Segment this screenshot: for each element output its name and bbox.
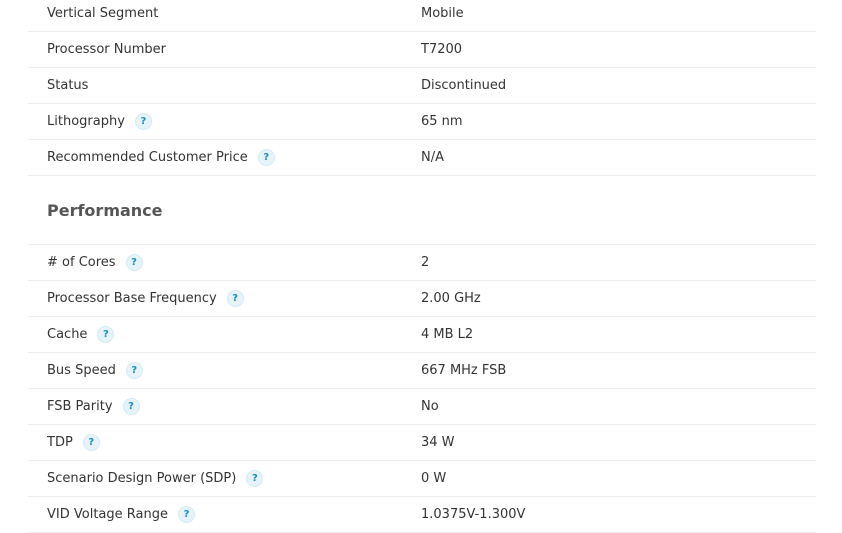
spec-label: Processor Number xyxy=(47,42,166,57)
spec-label: VID Voltage Range xyxy=(47,507,168,522)
spec-label-cell: Recommended Customer Price? xyxy=(28,149,421,166)
help-icon[interactable]: ? xyxy=(122,398,140,415)
spec-label: Bus Speed xyxy=(47,363,116,378)
help-icon[interactable]: ? xyxy=(97,326,115,343)
spec-value: 0 W xyxy=(421,471,447,486)
spec-label-cell: Lithography? xyxy=(28,113,421,130)
spec-value: 65 nm xyxy=(421,114,463,129)
spec-row: Lithography? 65 nm xyxy=(28,104,816,140)
spec-label-cell: FSB Parity? xyxy=(28,398,421,415)
spec-value: Discontinued xyxy=(421,78,507,93)
help-icon[interactable]: ? xyxy=(82,434,100,451)
help-icon[interactable]: ? xyxy=(125,254,143,271)
spec-label-cell: Processor Number xyxy=(28,42,421,57)
spec-value: 4 MB L2 xyxy=(421,327,474,342)
spec-row: TDP? 34 W xyxy=(28,425,816,461)
spec-label-cell: Processor Base Frequency? xyxy=(28,290,421,307)
spec-value: 1.0375V-1.300V xyxy=(421,507,526,522)
spec-row: FSB Parity? No xyxy=(28,389,816,425)
spec-value: 667 MHz FSB xyxy=(421,363,507,378)
section-title: Performance xyxy=(28,176,816,245)
spec-label: Lithography xyxy=(47,114,125,129)
spec-row: Scenario Design Power (SDP)? 0 W xyxy=(28,461,816,497)
help-icon[interactable]: ? xyxy=(226,290,244,307)
spec-label: FSB Parity xyxy=(47,399,113,414)
spec-value: 2.00 GHz xyxy=(421,291,481,306)
help-icon[interactable]: ? xyxy=(134,113,152,130)
spec-row: VID Voltage Range? 1.0375V-1.300V xyxy=(28,497,816,533)
spec-row: Vertical Segment Mobile xyxy=(28,0,816,32)
spec-label: Processor Base Frequency xyxy=(47,291,217,306)
spec-row: Recommended Customer Price? N/A xyxy=(28,140,816,176)
spec-label: TDP xyxy=(47,435,73,450)
help-icon[interactable]: ? xyxy=(246,470,264,487)
help-icon[interactable]: ? xyxy=(257,149,275,166)
spec-table: Vertical Segment Mobile Processor Number T7… xyxy=(28,0,816,533)
spec-value: T7200 xyxy=(421,42,463,57)
spec-row: Processor Number T7200 xyxy=(28,32,816,68)
spec-label: # of Cores xyxy=(47,255,116,270)
spec-label: Status xyxy=(47,78,89,93)
spec-row: Processor Base Frequency? 2.00 GHz xyxy=(28,281,816,317)
spec-label-cell: VID Voltage Range? xyxy=(28,506,421,523)
spec-value: Mobile xyxy=(421,6,464,21)
spec-value: 2 xyxy=(421,255,430,270)
spec-row: Cache? 4 MB L2 xyxy=(28,317,816,353)
spec-label-cell: Vertical Segment xyxy=(28,6,421,21)
spec-label: Vertical Segment xyxy=(47,6,159,21)
spec-label: Recommended Customer Price xyxy=(47,150,248,165)
spec-label: Scenario Design Power (SDP) xyxy=(47,471,237,486)
help-icon[interactable]: ? xyxy=(125,362,143,379)
spec-label: Cache xyxy=(47,327,88,342)
spec-label-cell: TDP? xyxy=(28,434,421,451)
spec-row: Status Discontinued xyxy=(28,68,816,104)
spec-label-cell: Scenario Design Power (SDP)? xyxy=(28,470,421,487)
spec-label-cell: Status xyxy=(28,78,421,93)
spec-label-cell: Bus Speed? xyxy=(28,362,421,379)
spec-label-cell: # of Cores? xyxy=(28,254,421,271)
spec-label-cell: Cache? xyxy=(28,326,421,343)
spec-value: N/A xyxy=(421,150,444,165)
spec-row: # of Cores? 2 xyxy=(28,245,816,281)
help-icon[interactable]: ? xyxy=(177,506,195,523)
spec-row: Bus Speed? 667 MHz FSB xyxy=(28,353,816,389)
spec-value: 34 W xyxy=(421,435,455,450)
spec-value: No xyxy=(421,399,439,414)
